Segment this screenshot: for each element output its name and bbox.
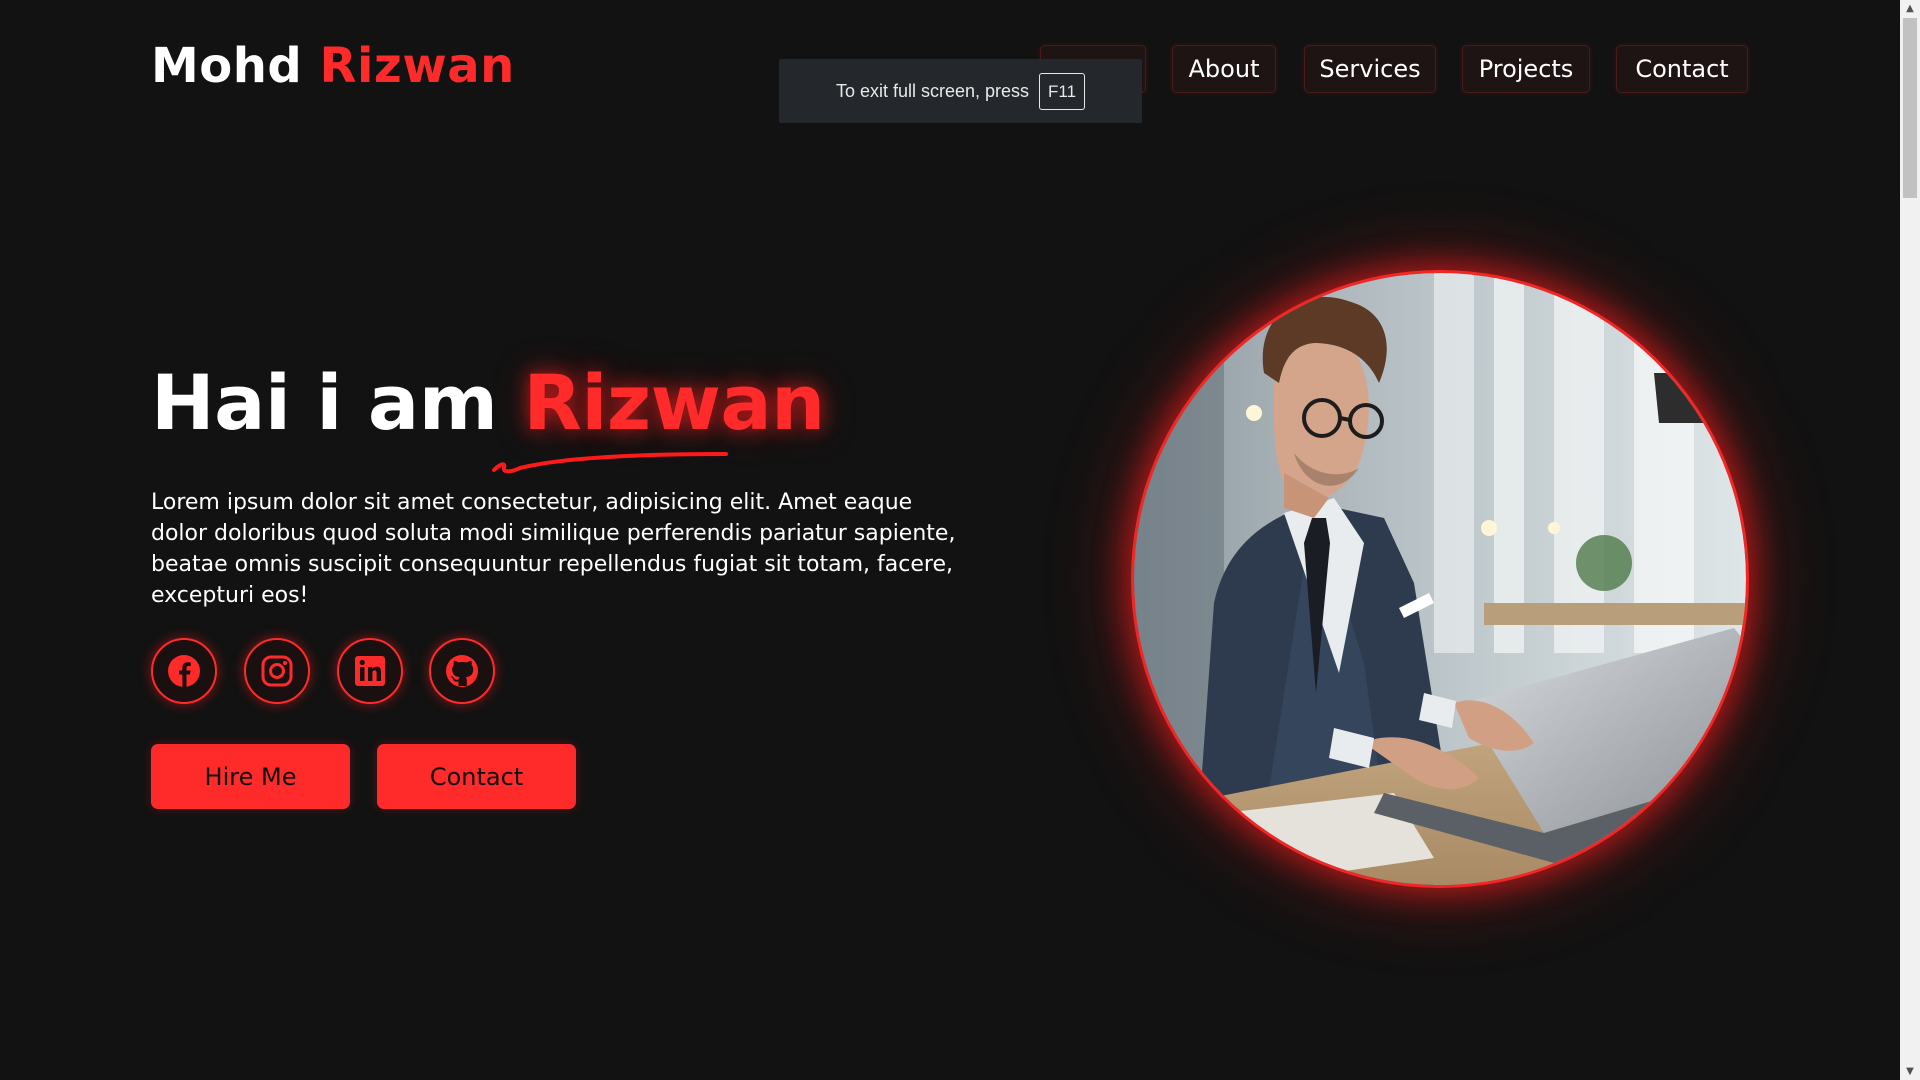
scroll-thumb[interactable] <box>1903 18 1917 198</box>
nav-services[interactable]: Services <box>1304 45 1436 93</box>
fullscreen-notice-text: To exit full screen, press <box>835 80 1030 101</box>
hero-description: Lorem ipsum dolor sit amet consectetur, … <box>151 490 956 608</box>
fullscreen-key-badge: F11 <box>1039 72 1086 110</box>
instagram-link[interactable] <box>244 638 310 704</box>
logo-last-name: Rizwan <box>319 38 515 94</box>
brush-underline-decoration <box>492 452 728 474</box>
hero-title: Hai i am Rizwan <box>151 358 825 447</box>
linkedin-link[interactable] <box>337 638 403 704</box>
fullscreen-exit-notice: To exit full screen, press F11 <box>779 59 1142 123</box>
facebook-icon <box>168 655 200 687</box>
github-icon <box>446 655 478 687</box>
facebook-link[interactable] <box>151 638 217 704</box>
scroll-down-arrow[interactable]: ▼ <box>1900 1063 1920 1080</box>
hire-me-button[interactable]: Hire Me <box>151 744 350 809</box>
linkedin-icon <box>355 656 385 686</box>
instagram-icon <box>261 655 293 687</box>
github-link[interactable] <box>429 638 495 704</box>
nav-contact[interactable]: Contact <box>1616 45 1748 93</box>
nav-projects[interactable]: Projects <box>1462 45 1590 93</box>
page-scrollbar[interactable]: ▲ ▼ <box>1900 0 1920 1080</box>
nav-about[interactable]: About <box>1172 45 1276 93</box>
profile-photo-illustration <box>1134 273 1746 885</box>
site-logo[interactable]: Mohd Rizwan <box>151 38 515 94</box>
contact-button[interactable]: Contact <box>377 744 576 809</box>
portfolio-page: Mohd Rizwan Home About Services Projects… <box>0 0 1900 1080</box>
logo-first-name: Mohd <box>151 38 303 94</box>
profile-photo <box>1134 273 1746 885</box>
hero-title-name: Rizwan <box>523 358 825 447</box>
hero-title-prefix: Hai i am <box>151 358 498 447</box>
scroll-up-arrow[interactable]: ▲ <box>1900 0 1920 17</box>
